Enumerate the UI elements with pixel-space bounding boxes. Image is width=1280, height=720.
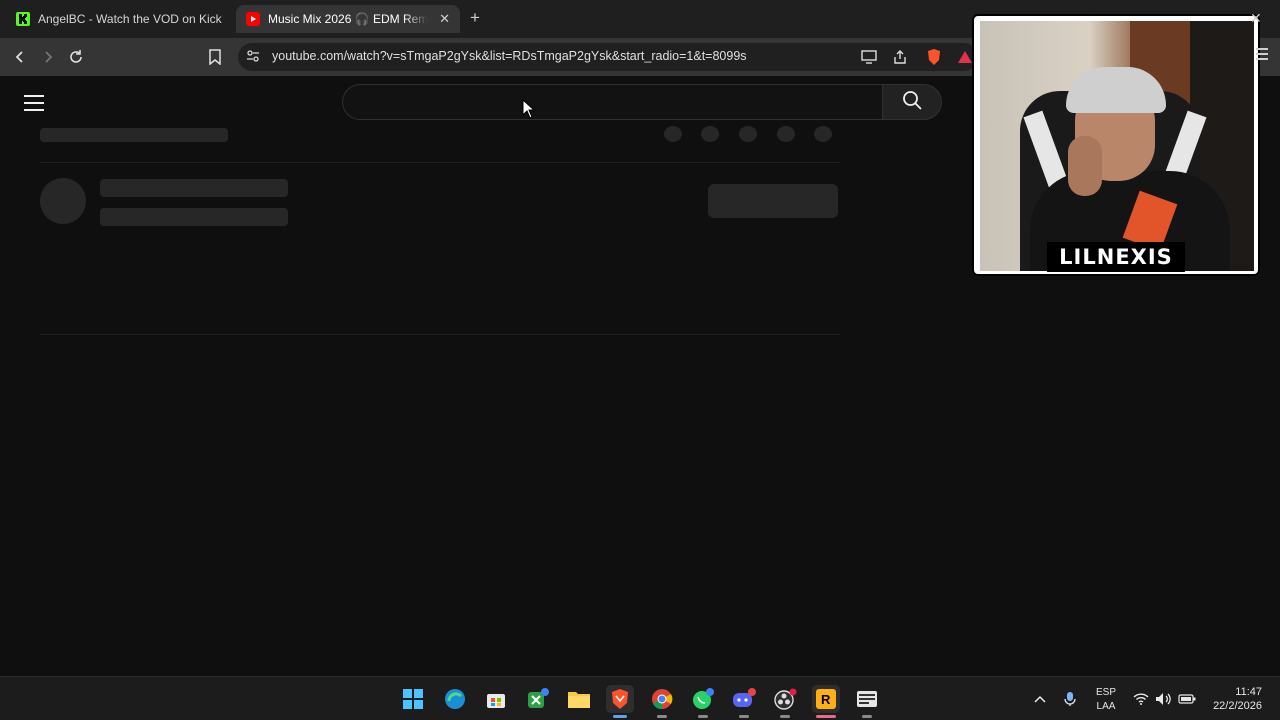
streamer-name: LILNEXIS [1047, 242, 1185, 272]
chrome-icon[interactable] [648, 685, 676, 718]
site-settings-icon[interactable] [246, 49, 260, 68]
clock-time: 11:47 [1235, 686, 1262, 698]
browser-menu-icon[interactable] [1256, 48, 1268, 62]
channel-avatar-skeleton [40, 178, 86, 224]
bookmark-icon[interactable] [205, 47, 225, 67]
kick-icon [16, 12, 30, 26]
brave-icon[interactable] [606, 685, 634, 718]
tab-youtube[interactable]: Music Mix 2026 🎧 EDM Remixes ✕ [236, 5, 460, 33]
back-icon[interactable] [10, 47, 30, 67]
action-skeleton [739, 126, 757, 142]
mouse-cursor-icon [522, 98, 536, 124]
channel-name-skeleton [100, 179, 288, 197]
title-skeleton [40, 128, 228, 142]
store-icon[interactable] [482, 685, 510, 713]
divider [40, 162, 840, 163]
tab-kick[interactable]: AngelBC - Watch the VOD on Kick [6, 5, 232, 33]
subscriber-count-skeleton [100, 208, 288, 226]
youtube-search-box[interactable] [342, 84, 882, 120]
webcam-overlay: LILNEXIS [972, 14, 1260, 276]
xbox-icon[interactable] [524, 685, 552, 713]
reload-icon[interactable] [66, 47, 86, 67]
battery-icon[interactable] [1178, 677, 1196, 720]
svg-text:R: R [821, 692, 831, 707]
new-tab-button[interactable]: + [470, 8, 480, 28]
menu-icon[interactable] [24, 95, 44, 111]
url-text: youtube.com/watch?v=sTmgaP2gYsk&list=RDs… [272, 49, 747, 63]
obs-icon[interactable] [771, 685, 799, 718]
system-clock[interactable]: 11:47 22/2/2026 [1206, 685, 1262, 713]
file-explorer-icon[interactable] [565, 685, 593, 713]
show-hidden-icons-icon[interactable] [1034, 677, 1046, 720]
keyboard-layout: LAA [1096, 701, 1116, 712]
close-tab-icon[interactable]: ✕ [439, 11, 450, 27]
rockstar-icon[interactable]: R [812, 685, 840, 718]
subscribe-button-skeleton [708, 184, 838, 218]
window-close-icon[interactable]: ✕ [1250, 10, 1262, 27]
cast-icon[interactable] [860, 48, 878, 66]
windows-taskbar: R ESP LAA 11:47 22/2/2026 [0, 676, 1280, 720]
action-skeleton [664, 126, 682, 142]
language-code: ESP [1096, 687, 1117, 698]
whatsapp-icon[interactable] [689, 685, 717, 718]
tab-title: Music Mix 2026 🎧 EDM Remixes [268, 12, 428, 26]
brave-shields-icon[interactable] [925, 48, 943, 66]
discord-icon[interactable] [730, 685, 758, 718]
action-skeleton [814, 126, 832, 142]
search-button[interactable] [882, 84, 942, 120]
streamer-nameplate: LILNEXIS [974, 240, 1258, 274]
tab-title: AngelBC - Watch the VOD on Kick [38, 12, 222, 26]
search-input[interactable] [343, 85, 882, 119]
divider [40, 334, 840, 335]
microphone-icon[interactable] [1064, 677, 1076, 720]
share-icon[interactable] [891, 48, 909, 66]
action-skeleton [777, 126, 795, 142]
forward-icon[interactable] [38, 47, 58, 67]
webcam-video [980, 21, 1254, 271]
wifi-icon[interactable] [1133, 677, 1149, 720]
edge-icon[interactable] [441, 685, 469, 713]
action-skeleton [701, 126, 719, 142]
windows-start-icon[interactable] [399, 685, 427, 713]
app-icon[interactable] [853, 685, 881, 718]
input-language[interactable]: ESP LAA [1096, 686, 1116, 714]
youtube-icon [246, 12, 260, 26]
search-icon [902, 90, 922, 115]
clock-date: 22/2/2026 [1213, 700, 1262, 712]
volume-icon[interactable] [1155, 677, 1171, 720]
